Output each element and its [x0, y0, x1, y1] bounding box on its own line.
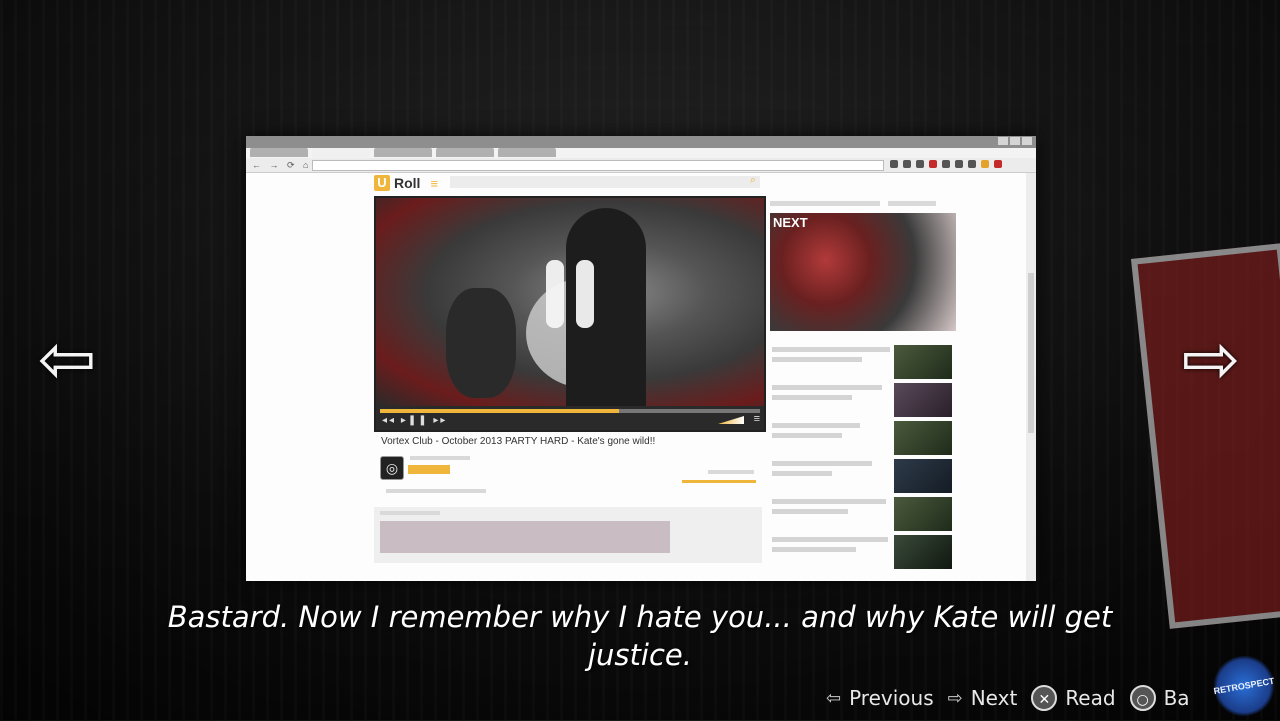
related-video-item — [770, 459, 956, 493]
next-label: NEXT — [773, 215, 808, 230]
browser-tab-active — [312, 148, 370, 157]
comment-input-placeholder — [380, 521, 670, 553]
progress-bar — [380, 409, 760, 413]
site-logo-badge: U — [374, 175, 390, 191]
related-video-meta-placeholder — [772, 433, 842, 438]
browser-toolbar: ← → ⟳ ⌂ — [246, 158, 1036, 173]
prompt-label: Next — [970, 686, 1018, 710]
search-icon: ⌕ — [749, 174, 756, 186]
prompt-label: Previous — [849, 686, 934, 710]
related-video-title-placeholder — [772, 385, 882, 390]
comments-heading-placeholder — [380, 511, 440, 515]
window-controls — [998, 137, 1032, 145]
browser-tab — [374, 148, 432, 157]
progress-fill — [380, 409, 620, 413]
player-controls: ◂◂ ▸❚❚ ▸▸ ≡ — [376, 406, 764, 430]
browser-tab — [250, 148, 308, 157]
extension-icon — [942, 160, 950, 168]
browser-nav-icons: ← → ⟳ ⌂ — [252, 160, 312, 170]
action-links-placeholder — [386, 489, 486, 493]
extension-icon — [890, 160, 898, 168]
address-bar — [312, 160, 884, 171]
menu-icon: ≡ — [430, 175, 439, 191]
site-logo-text: Roll — [394, 175, 421, 191]
view-count-placeholder — [708, 470, 754, 474]
browser-tab — [498, 148, 556, 157]
related-video-thumbnail — [894, 345, 952, 379]
scrollbar-thumb — [1028, 273, 1034, 433]
related-video-thumbnail — [894, 497, 952, 531]
related-video-thumbnail — [894, 383, 952, 417]
browser-tab — [436, 148, 494, 157]
related-video-title-placeholder — [772, 537, 888, 542]
close-icon — [1022, 137, 1032, 145]
sidebar-heading-placeholder — [888, 201, 936, 206]
playback-buttons: ◂◂ ▸❚❚ ▸▸ — [382, 415, 448, 426]
cross-button-icon: ✕ — [1031, 685, 1058, 711]
related-video-title-placeholder — [772, 461, 872, 466]
site-search-bar: ⌕ — [450, 174, 760, 188]
prompt-previous[interactable]: ⇦ Previous — [826, 686, 934, 710]
prompt-next[interactable]: ⇨ Next — [948, 686, 1018, 710]
related-video-thumbnail — [894, 459, 952, 493]
circle-button-icon: ○ — [1129, 685, 1156, 711]
video-frame — [376, 198, 764, 406]
extension-icon — [903, 160, 911, 168]
related-video-meta-placeholder — [772, 395, 852, 400]
related-video-item — [770, 345, 956, 379]
extension-icons — [890, 160, 1002, 168]
related-video-meta-placeholder — [772, 509, 848, 514]
minimize-icon — [998, 137, 1008, 145]
extension-icon — [929, 160, 937, 168]
prompt-label: Ba — [1163, 686, 1190, 710]
video-title: Vortex Club - October 2013 PARTY HARD - … — [381, 436, 656, 447]
browser-tabs — [250, 148, 556, 158]
video-player: ◂◂ ▸❚❚ ▸▸ ≡ — [374, 196, 766, 432]
right-arrow-icon: ⇨ — [947, 687, 963, 709]
watermark-text: RETROSPECT — [1212, 675, 1276, 697]
related-video-title-placeholder — [772, 347, 890, 352]
related-video-item — [770, 497, 956, 531]
previous-page-arrow-icon[interactable]: ⇦ — [26, 318, 108, 400]
related-video-item — [770, 421, 956, 455]
dialogue-subtitle: Bastard. Now I remember why I hate you..… — [167, 600, 1113, 672]
extension-icon — [981, 160, 989, 168]
related-video-meta-placeholder — [772, 547, 856, 552]
maximize-icon — [1010, 137, 1020, 145]
subscribe-button — [408, 465, 450, 474]
channel-name-placeholder — [410, 456, 470, 460]
extension-icon — [916, 160, 924, 168]
window-titlebar — [246, 136, 1036, 148]
extension-icon — [994, 160, 1002, 168]
prompt-back[interactable]: ○ Ba — [1129, 685, 1190, 711]
related-video-title-placeholder — [772, 423, 860, 428]
comments-section — [374, 507, 762, 563]
prompt-read[interactable]: ✕ Read — [1031, 685, 1116, 711]
related-video-title-placeholder — [772, 499, 886, 504]
extension-icon — [955, 160, 963, 168]
site-logo: U Roll ≡ — [374, 175, 438, 191]
related-video-meta-placeholder — [772, 357, 862, 362]
button-prompts: ⇦ Previous ⇨ Next ✕ Read ○ Ba — [826, 684, 1196, 712]
page-scrollbar — [1026, 173, 1036, 581]
pause-icon — [546, 260, 594, 328]
browser-window: ← → ⟳ ⌂ U Roll ≡ ⌕ ◂◂ ▸❚❚ ▸▸ ≡ Vortex Cl… — [246, 136, 1036, 581]
left-arrow-icon: ⇦ — [826, 687, 842, 709]
video-figure — [446, 288, 516, 398]
next-video-card: NEXT — [770, 213, 956, 331]
related-video-thumbnail — [894, 421, 952, 455]
sidebar-heading-placeholder — [770, 201, 880, 206]
volume-icon — [718, 416, 744, 424]
rating-bar — [682, 480, 756, 483]
prompt-label: Read — [1065, 686, 1116, 710]
channel-avatar: ◎ — [380, 456, 404, 480]
related-video-meta-placeholder — [772, 471, 832, 476]
next-page-arrow-icon[interactable]: ⇨ — [1170, 318, 1252, 400]
web-page: U Roll ≡ ⌕ ◂◂ ▸❚❚ ▸▸ ≡ Vortex Club - Oct… — [246, 173, 1026, 581]
related-video-thumbnail — [894, 535, 952, 569]
related-video-item — [770, 383, 956, 417]
settings-icon: ≡ — [753, 413, 760, 425]
related-video-item — [770, 535, 956, 569]
extension-icon — [968, 160, 976, 168]
